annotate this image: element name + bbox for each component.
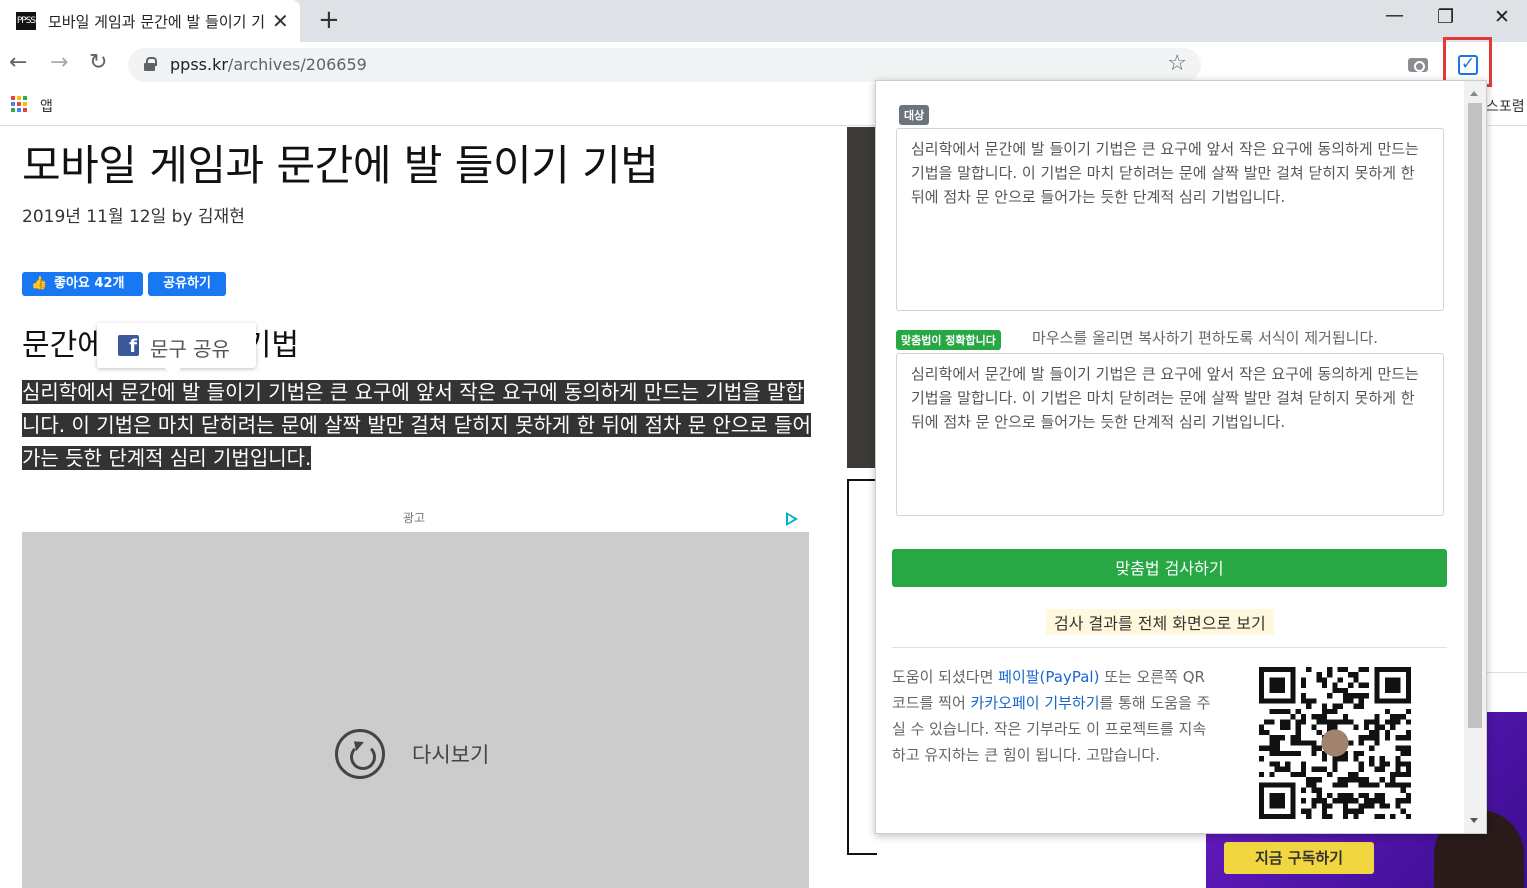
- article-body[interactable]: 심리학에서 문간에 발 들이기 기법은 큰 요구에 앞서 작은 요구에 동의하게…: [22, 376, 822, 475]
- right-divider: [1486, 672, 1527, 673]
- check-square-icon[interactable]: ✓: [1458, 55, 1478, 75]
- result-status-badge: 맞춤법이 정확합니다: [896, 330, 1001, 350]
- target-textarea[interactable]: 심리학에서 문간에 발 들이기 기법은 큰 요구에 앞서 작은 요구에 동의하게…: [896, 128, 1444, 311]
- scroll-up-icon[interactable]: [1470, 91, 1478, 96]
- sidebar-image: [847, 127, 877, 468]
- quote-share-label: 문구 공유: [150, 337, 230, 361]
- scroll-thumb[interactable]: [1468, 103, 1482, 728]
- full-screen-link[interactable]: 검사 결과를 전체 화면으로 보기: [1046, 609, 1274, 635]
- replay-label[interactable]: 다시보기: [412, 739, 489, 769]
- result-hint: 마우스를 올리면 복사하기 편하도록 서식이 제거됩니다.: [1032, 329, 1379, 347]
- paypal-link[interactable]: 페이팔(PayPal): [998, 668, 1099, 686]
- ad-label: 광고: [403, 511, 426, 525]
- popup-scrollbar[interactable]: [1464, 81, 1486, 833]
- tab-close-icon[interactable]: ✕: [272, 9, 289, 33]
- facebook-share-button[interactable]: 공유하기: [148, 272, 226, 296]
- replay-icon[interactable]: [335, 729, 385, 779]
- tab-strip: PPSS 모바일 게임과 문간에 발 들이기 기법 ✕ + — ❐ ✕: [0, 0, 1527, 42]
- spellcheck-popup: 대상 심리학에서 문간에 발 들이기 기법은 큰 요구에 앞서 작은 요구에 동…: [875, 80, 1487, 834]
- minimize-icon[interactable]: —: [1385, 4, 1404, 26]
- reload-icon[interactable]: ↻: [89, 50, 107, 75]
- facebook-like-button[interactable]: 좋아요 42개: [22, 272, 143, 296]
- tab-title: 모바일 게임과 문간에 발 들이기 기법: [48, 13, 266, 31]
- subscribe-button[interactable]: 지금 구독하기: [1224, 842, 1374, 874]
- back-arrow-icon[interactable]: ←: [9, 50, 27, 75]
- restore-icon[interactable]: ❐: [1437, 6, 1454, 28]
- bookmark-apps[interactable]: 앱: [40, 96, 53, 116]
- scroll-down-icon[interactable]: [1470, 818, 1478, 823]
- browser-tab[interactable]: PPSS 모바일 게임과 문간에 발 들이기 기법 ✕: [0, 0, 300, 42]
- url-text: ppss.kr/archives/206659: [170, 55, 367, 74]
- divider: [892, 647, 1447, 648]
- address-bar[interactable]: ppss.kr/archives/206659 ☆: [128, 48, 1201, 82]
- target-badge: 대상: [899, 105, 930, 125]
- article-meta: 2019년 11월 12일 by 김재현: [22, 207, 245, 227]
- apps-grid-icon[interactable]: [11, 96, 27, 112]
- facebook-icon: f: [118, 335, 139, 356]
- quote-share-popover[interactable]: f 문구 공유: [97, 323, 256, 376]
- article-title: 모바일 게임과 문간에 발 들이기 기법: [22, 141, 659, 190]
- kakaopay-link[interactable]: 카카오페이 기부하기: [971, 694, 1100, 712]
- qr-code-icon: [1259, 667, 1411, 819]
- bookmark-item[interactable]: 스포렴: [1486, 96, 1525, 116]
- forward-arrow-icon[interactable]: →: [50, 50, 68, 75]
- new-tab-icon[interactable]: +: [318, 5, 340, 35]
- result-textarea[interactable]: 심리학에서 문간에 발 들이기 기법은 큰 요구에 앞서 작은 요구에 동의하게…: [896, 353, 1444, 516]
- camera-icon[interactable]: [1408, 54, 1430, 72]
- sidebar-box: [847, 479, 877, 855]
- star-icon[interactable]: ☆: [1167, 51, 1187, 76]
- spellcheck-button[interactable]: 맞춤법 검사하기: [892, 549, 1447, 587]
- site-favicon-icon: PPSS: [16, 12, 36, 30]
- adchoices-icon[interactable]: [786, 512, 798, 526]
- video-ad-area[interactable]: 다시보기: [22, 532, 809, 888]
- donation-text: 도움이 되셨다면 페이팔(PayPal) 또는 오른쪽 QR코드를 찍어 카카오…: [892, 668, 1211, 764]
- selected-text[interactable]: 심리학에서 문간에 발 들이기 기법은 큰 요구에 앞서 작은 요구에 동의하게…: [22, 380, 811, 470]
- window-close-icon[interactable]: ✕: [1494, 6, 1510, 28]
- lock-icon: [144, 57, 157, 71]
